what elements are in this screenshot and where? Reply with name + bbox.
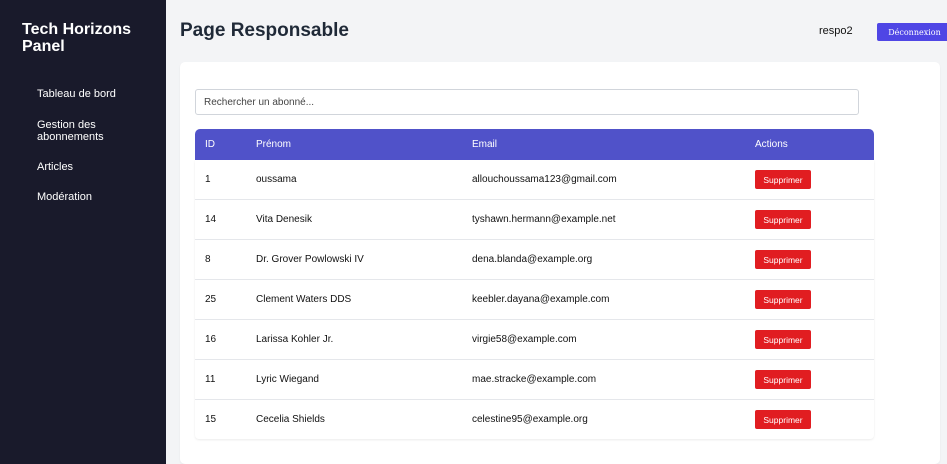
- cell-actions: Supprimer: [755, 320, 811, 359]
- cell-firstname: oussama: [256, 174, 297, 185]
- sidebar-item-subscriptions[interactable]: Gestion des abonnements: [37, 119, 147, 143]
- cell-email: virgie58@example.com: [472, 334, 577, 345]
- cell-firstname: Larissa Kohler Jr.: [256, 334, 334, 345]
- brand-title: Tech Horizons Panel: [22, 21, 132, 55]
- username: respo2: [819, 25, 853, 37]
- cell-firstname: Lyric Wiegand: [256, 374, 319, 385]
- main-content: Page Responsable respo2 Déconnexion ID P…: [166, 0, 947, 464]
- column-header-firstname: Prénom: [256, 139, 292, 150]
- delete-button[interactable]: Supprimer: [755, 370, 811, 389]
- cell-firstname: Dr. Grover Powlowski IV: [256, 254, 364, 265]
- sidebar-item-dashboard[interactable]: Tableau de bord: [37, 88, 147, 100]
- cell-id: 1: [205, 174, 211, 185]
- cell-email: celestine95@example.org: [472, 414, 588, 425]
- cell-id: 8: [205, 254, 211, 265]
- cell-actions: Supprimer: [755, 360, 811, 399]
- table-body: 1 oussama allouchoussama123@gmail.com Su…: [195, 160, 874, 439]
- cell-email: tyshawn.hermann@example.net: [472, 214, 616, 225]
- delete-button[interactable]: Supprimer: [755, 290, 811, 309]
- cell-id: 15: [205, 414, 217, 425]
- cell-email: allouchoussama123@gmail.com: [472, 174, 617, 185]
- search-input[interactable]: [195, 89, 859, 115]
- cell-email: keebler.dayana@example.com: [472, 294, 610, 305]
- delete-button[interactable]: Supprimer: [755, 250, 811, 269]
- cell-id: 14: [205, 214, 217, 225]
- delete-button[interactable]: Supprimer: [755, 170, 811, 189]
- cell-firstname: Clement Waters DDS: [256, 294, 352, 305]
- page-title: Page Responsable: [180, 20, 349, 41]
- table-row: 25 Clement Waters DDS keebler.dayana@exa…: [195, 280, 874, 320]
- table-row: 16 Larissa Kohler Jr. virgie58@example.c…: [195, 320, 874, 360]
- delete-button[interactable]: Supprimer: [755, 410, 811, 429]
- sidebar-nav: Tableau de bord Gestion des abonnements …: [37, 88, 147, 217]
- table-row: 8 Dr. Grover Powlowski IV dena.blanda@ex…: [195, 240, 874, 280]
- column-header-id: ID: [205, 139, 215, 150]
- cell-firstname: Vita Denesik: [256, 214, 312, 225]
- cell-id: 11: [205, 374, 216, 385]
- table-header: ID Prénom Email Actions: [195, 129, 874, 160]
- table-row: 14 Vita Denesik tyshawn.hermann@example.…: [195, 200, 874, 240]
- sidebar-item-moderation[interactable]: Modération: [37, 191, 147, 203]
- sidebar: Tech Horizons Panel Tableau de bord Gest…: [0, 0, 166, 464]
- table-row: 11 Lyric Wiegand mae.stracke@example.com…: [195, 360, 874, 400]
- delete-button[interactable]: Supprimer: [755, 210, 811, 229]
- cell-id: 25: [205, 294, 217, 305]
- sidebar-item-articles[interactable]: Articles: [37, 161, 147, 173]
- cell-id: 16: [205, 334, 217, 345]
- column-header-actions: Actions: [755, 139, 788, 150]
- column-header-email: Email: [472, 139, 498, 150]
- cell-actions: Supprimer: [755, 240, 811, 279]
- delete-button[interactable]: Supprimer: [755, 330, 811, 349]
- cell-firstname: Cecelia Shields: [256, 414, 325, 425]
- logout-button[interactable]: Déconnexion: [877, 23, 947, 41]
- cell-actions: Supprimer: [755, 160, 811, 199]
- subscribers-card: ID Prénom Email Actions 1 oussama allouc…: [180, 62, 940, 464]
- cell-actions: Supprimer: [755, 200, 811, 239]
- table-row: 1 oussama allouchoussama123@gmail.com Su…: [195, 160, 874, 200]
- cell-email: mae.stracke@example.com: [472, 374, 597, 385]
- cell-actions: Supprimer: [755, 280, 811, 319]
- cell-actions: Supprimer: [755, 400, 811, 439]
- table-row: 15 Cecelia Shields celestine95@example.o…: [195, 400, 874, 439]
- cell-email: dena.blanda@example.org: [472, 254, 593, 265]
- subscribers-table: ID Prénom Email Actions 1 oussama allouc…: [195, 129, 874, 439]
